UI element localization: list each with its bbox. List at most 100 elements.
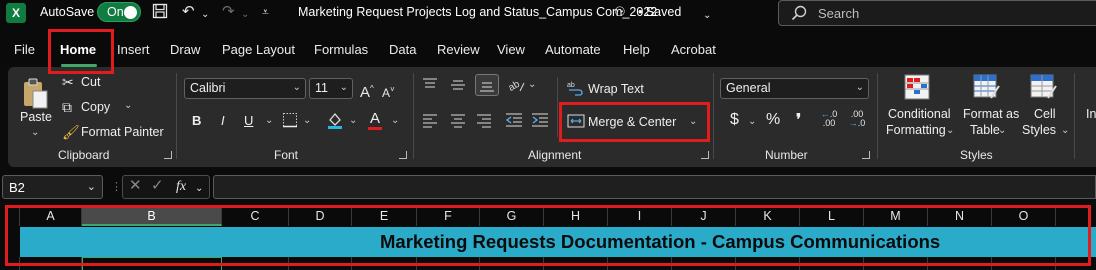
column-header-m[interactable]: M [864, 206, 928, 226]
customize-qat-icon[interactable]: ⩡ [262, 3, 269, 21]
borders-icon[interactable] [282, 112, 298, 131]
insert-function-button[interactable]: fx [176, 178, 186, 196]
cell-g3[interactable] [480, 257, 544, 270]
decrease-font-size-icon[interactable]: A˅ [382, 82, 395, 101]
increase-indent-icon[interactable] [531, 112, 549, 131]
cell-o3[interactable] [992, 257, 1056, 270]
cell-k3[interactable] [736, 257, 800, 270]
cancel-icon[interactable]: ✕ [129, 177, 142, 195]
font-color-dropdown-icon[interactable]: ⌄ [391, 115, 399, 126]
tab-insert[interactable]: Insert [117, 42, 150, 57]
percent-button[interactable]: % [766, 111, 780, 129]
tab-file[interactable]: File [14, 42, 35, 57]
column-header-e[interactable]: E [352, 206, 417, 226]
cell-styles-label[interactable]: Cell [1034, 107, 1056, 121]
document-title[interactable]: Marketing Request Projects Log and Statu… [298, 5, 657, 19]
column-header-g[interactable]: G [480, 206, 544, 226]
redo-dropdown-icon[interactable]: ⌄ [241, 6, 249, 24]
column-header-k[interactable]: K [736, 206, 800, 226]
fill-color-icon[interactable] [326, 111, 344, 132]
undo-icon[interactable]: ↶ [182, 3, 195, 21]
column-header-d[interactable]: D [289, 206, 352, 226]
search-box[interactable]: Search [778, 0, 1096, 26]
conditional-formatting-label-2[interactable]: Formatting [886, 123, 946, 137]
tab-home[interactable]: Home [60, 42, 96, 57]
autosave-toggle[interactable]: On [97, 2, 141, 22]
drag-handle-icon[interactable]: ⋮ [111, 178, 122, 196]
align-middle-icon[interactable] [450, 77, 466, 96]
decrease-indent-icon[interactable] [505, 112, 523, 131]
number-launcher-icon[interactable] [862, 151, 870, 159]
insert-cells-label-truncated[interactable]: In [1086, 107, 1096, 121]
alignment-launcher-icon[interactable] [701, 151, 709, 159]
column-header-h[interactable]: H [544, 206, 608, 226]
paste-icon[interactable] [20, 77, 50, 112]
cell-j3[interactable] [672, 257, 736, 270]
format-as-table-dropdown-icon[interactable]: ⌄ [998, 125, 1006, 136]
font-size-select[interactable]: 11 ⌄ [309, 78, 353, 99]
underline-dropdown-icon[interactable]: ⌄ [265, 115, 273, 126]
save-status-dropdown-icon[interactable]: ⌄ [703, 7, 711, 25]
column-header-b[interactable]: B [82, 206, 222, 226]
increase-decimal-icon[interactable]: ←.0.00 [818, 110, 840, 128]
bold-button[interactable]: B [192, 113, 201, 128]
formula-input[interactable] [213, 175, 1096, 199]
orientation-icon[interactable]: ab [507, 77, 526, 96]
cut-button[interactable]: Cut [81, 75, 100, 89]
copy-button[interactable]: Copy [81, 100, 110, 114]
increase-font-size-icon[interactable]: A^ [360, 81, 374, 101]
name-box[interactable]: B2 ⌄ [2, 175, 103, 199]
column-header-o[interactable]: O [992, 206, 1056, 226]
font-launcher-icon[interactable] [399, 151, 407, 159]
selected-cell-b[interactable] [82, 257, 222, 270]
tab-automate[interactable]: Automate [545, 42, 601, 57]
cell-a3[interactable] [20, 257, 82, 270]
cut-icon[interactable]: ✂ [62, 74, 74, 90]
column-header-f[interactable]: F [417, 206, 480, 226]
decrease-decimal-icon[interactable]: .00 →.0 [846, 110, 868, 128]
conditional-formatting-label[interactable]: Conditional [888, 107, 951, 121]
orientation-dropdown-icon[interactable]: ⌄ [528, 79, 536, 90]
align-left-icon[interactable] [422, 112, 438, 131]
tab-acrobat[interactable]: Acrobat [671, 42, 716, 57]
align-right-icon[interactable] [476, 112, 492, 131]
clipboard-launcher-icon[interactable] [164, 151, 172, 159]
cell-c3[interactable] [222, 257, 289, 270]
cell-n3[interactable] [928, 257, 992, 270]
paste-dropdown-icon[interactable]: ⌄ [31, 127, 39, 138]
row-header[interactable] [0, 257, 20, 270]
column-header-c[interactable]: C [222, 206, 289, 226]
currency-button[interactable]: $ [730, 111, 739, 129]
cell-i3[interactable] [608, 257, 672, 270]
align-bottom-icon[interactable] [475, 74, 499, 96]
align-top-icon[interactable] [422, 77, 438, 96]
undo-dropdown-icon[interactable]: ⌄ [201, 6, 209, 24]
tab-help[interactable]: Help [623, 42, 650, 57]
tab-view[interactable]: View [497, 42, 525, 57]
copy-dropdown-icon[interactable]: ⌄ [124, 100, 132, 111]
comma-style-button[interactable]: ❜ [796, 110, 801, 130]
cell-l3[interactable] [800, 257, 864, 270]
tab-draw[interactable]: Draw [170, 42, 200, 57]
format-as-table-icon[interactable] [973, 74, 1001, 103]
cell-styles-label-2[interactable]: Styles [1022, 123, 1056, 137]
font-color-button[interactable]: A [370, 110, 380, 127]
italic-button[interactable]: I [221, 113, 225, 128]
conditional-formatting-dropdown-icon[interactable]: ⌄ [946, 125, 954, 136]
format-as-table-label[interactable]: Format as [963, 107, 1019, 121]
align-center-icon[interactable] [450, 112, 466, 131]
wrap-text-icon[interactable]: ab [567, 80, 583, 99]
fill-color-dropdown-icon[interactable]: ⌄ [349, 115, 357, 126]
tab-formulas[interactable]: Formulas [314, 42, 368, 57]
format-as-table-label-2[interactable]: Table [970, 123, 1000, 137]
format-painter-icon[interactable]: 🖌 [62, 124, 80, 140]
cell-styles-icon[interactable] [1030, 74, 1058, 103]
underline-button[interactable]: U [244, 113, 253, 128]
cell-m3[interactable] [864, 257, 928, 270]
merge-center-dropdown-icon[interactable]: ⌄ [689, 116, 697, 127]
conditional-formatting-icon[interactable] [904, 74, 930, 103]
save-icon[interactable] [152, 3, 168, 24]
redo-icon[interactable]: ↷ [222, 3, 235, 21]
copy-icon[interactable]: ⧉ [62, 99, 72, 115]
borders-dropdown-icon[interactable]: ⌄ [303, 115, 311, 126]
